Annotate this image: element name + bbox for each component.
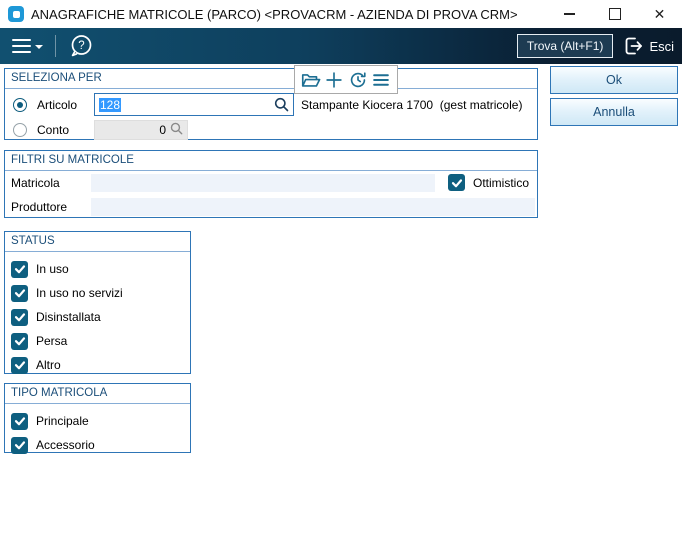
tipo-label: Principale	[36, 414, 89, 428]
conto-input: 0	[94, 120, 188, 140]
close-button[interactable]: ✕	[637, 0, 682, 28]
window-controls: ✕	[547, 0, 682, 28]
status-option-altro[interactable]: Altro	[5, 353, 190, 377]
checkbox-checked-icon[interactable]	[11, 356, 28, 374]
tipo-matricola-group: TIPO MATRICOLA Principale Accessorio	[4, 383, 191, 454]
annulla-button[interactable]: Annulla	[550, 98, 678, 126]
list-button[interactable]	[370, 69, 392, 91]
minimize-icon	[564, 13, 575, 15]
window-title: ANAGRAFICHE MATRICOLE (PARCO) <PROVACRM …	[31, 6, 518, 22]
conto-value: 0	[159, 123, 166, 137]
titlebar: ANAGRAFICHE MATRICOLE (PARCO) <PROVACRM …	[0, 0, 682, 28]
status-option-in-uso-no-servizi[interactable]: In uso no servizi	[5, 281, 190, 305]
status-label: In uso	[36, 262, 69, 276]
help-button[interactable]: ?	[62, 32, 100, 60]
hamburger-icon	[12, 38, 31, 54]
conto-row: Conto	[13, 120, 69, 140]
checkbox-checked-icon[interactable]	[11, 436, 28, 454]
minimize-button[interactable]	[547, 0, 592, 28]
help-icon: ?	[71, 35, 92, 57]
add-button[interactable]	[323, 69, 345, 91]
plus-icon	[326, 71, 343, 88]
articolo-descrizione: Stampante Kiocera 1700 (gest matricole)	[301, 97, 523, 112]
filtri-group: FILTRI SU MATRICOLE Matricola Ottimistic…	[4, 150, 538, 218]
checkbox-checked-icon[interactable]	[11, 308, 28, 326]
refresh-button[interactable]	[347, 69, 369, 91]
conto-label: Conto	[37, 123, 70, 137]
conto-radio[interactable]	[13, 123, 27, 137]
maximize-button[interactable]	[592, 0, 637, 28]
check-icon	[451, 178, 462, 187]
esci-button[interactable]: Esci	[622, 35, 674, 57]
trova-button[interactable]: Trova (Alt+F1)	[516, 34, 614, 58]
seleziona-per-group: SELEZIONA PER Articolo 128 Stampante Kio…	[4, 68, 538, 140]
tipo-option-principale[interactable]: Principale	[5, 409, 190, 433]
esci-label: Esci	[649, 38, 674, 54]
status-label: In uso no servizi	[36, 286, 123, 300]
tipo-option-accessorio[interactable]: Accessorio	[5, 433, 190, 457]
matricola-label: Matricola	[11, 176, 60, 190]
list-icon	[373, 73, 389, 86]
caret-down-icon	[35, 45, 43, 49]
status-label: Persa	[36, 334, 68, 348]
checkbox-checked-icon[interactable]	[11, 260, 28, 278]
status-group: STATUS In uso In uso no servizi Disinsta…	[4, 231, 191, 374]
tipo-label: Accessorio	[36, 438, 95, 452]
status-option-disinstallata[interactable]: Disinstallata	[5, 305, 190, 329]
status-label: Disinstallata	[36, 310, 101, 324]
record-toolbar	[294, 65, 398, 94]
produttore-input[interactable]	[91, 198, 535, 216]
toolbar-divider	[55, 35, 56, 57]
search-icon-disabled	[170, 122, 183, 138]
svg-text:?: ?	[78, 40, 84, 52]
checkbox-checked-icon[interactable]	[11, 412, 28, 430]
main-toolbar: ? Trova (Alt+F1) Esci	[0, 28, 682, 64]
maximize-icon	[608, 8, 621, 20]
checkbox-checked-icon[interactable]	[11, 284, 28, 302]
checkbox-checked-icon[interactable]	[11, 332, 28, 350]
open-folder-icon	[301, 73, 321, 87]
exit-icon	[626, 37, 643, 55]
ottimistico-checkbox[interactable]	[448, 174, 465, 191]
seleziona-per-title: SELEZIONA PER	[5, 69, 537, 89]
open-folder-button[interactable]	[300, 69, 322, 91]
status-label: Altro	[36, 358, 61, 372]
app-logo-icon	[8, 6, 24, 22]
status-option-in-uso[interactable]: In uso	[5, 257, 190, 281]
main-menu-button[interactable]	[0, 32, 49, 60]
ottimistico-label: Ottimistico	[473, 175, 530, 190]
produttore-label: Produttore	[11, 200, 68, 214]
articolo-row: Articolo	[13, 93, 77, 116]
close-icon: ✕	[653, 6, 666, 22]
articolo-input[interactable]: 128	[94, 93, 294, 116]
filtri-title: FILTRI SU MATRICOLE	[5, 151, 537, 171]
articolo-value: 128	[99, 97, 122, 112]
status-option-persa[interactable]: Persa	[5, 329, 190, 353]
search-icon[interactable]	[274, 97, 289, 112]
tipo-matricola-title: TIPO MATRICOLA	[5, 384, 190, 404]
status-title: STATUS	[5, 232, 190, 252]
articolo-radio[interactable]	[13, 97, 27, 112]
ok-button[interactable]: Ok	[550, 66, 678, 94]
refresh-clock-icon	[350, 71, 366, 87]
matricola-input[interactable]	[91, 174, 435, 192]
ottimistico-option[interactable]: Ottimistico	[448, 173, 529, 192]
articolo-label: Articolo	[37, 97, 78, 112]
